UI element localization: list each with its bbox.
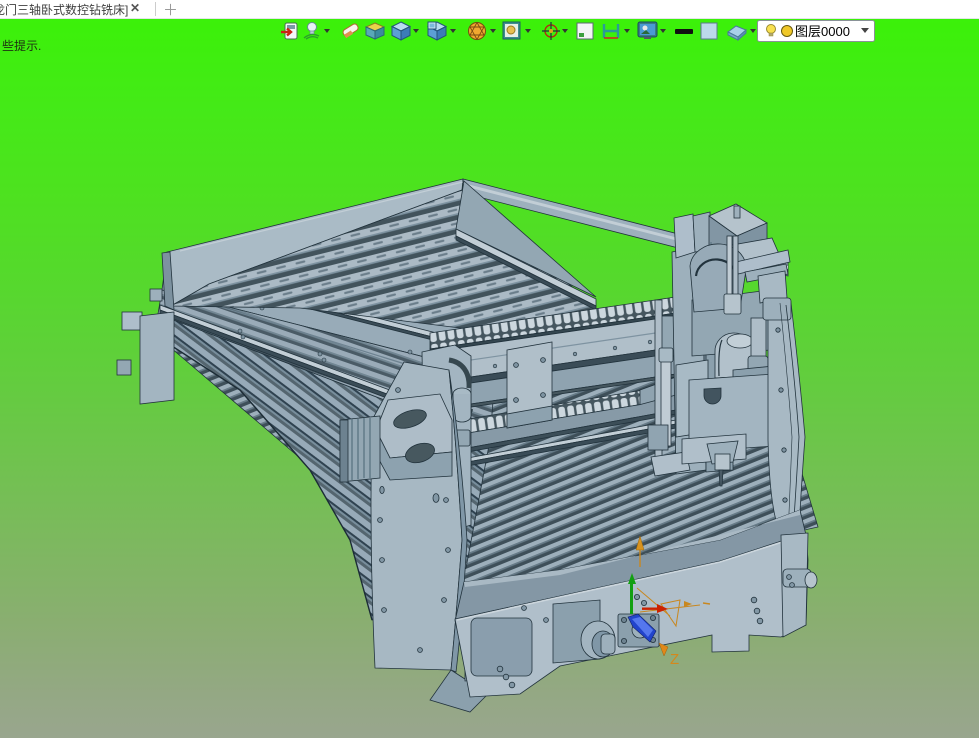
svg-text:图层0000: 图层0000 [795,24,850,39]
svg-text:Z: Z [670,651,679,668]
